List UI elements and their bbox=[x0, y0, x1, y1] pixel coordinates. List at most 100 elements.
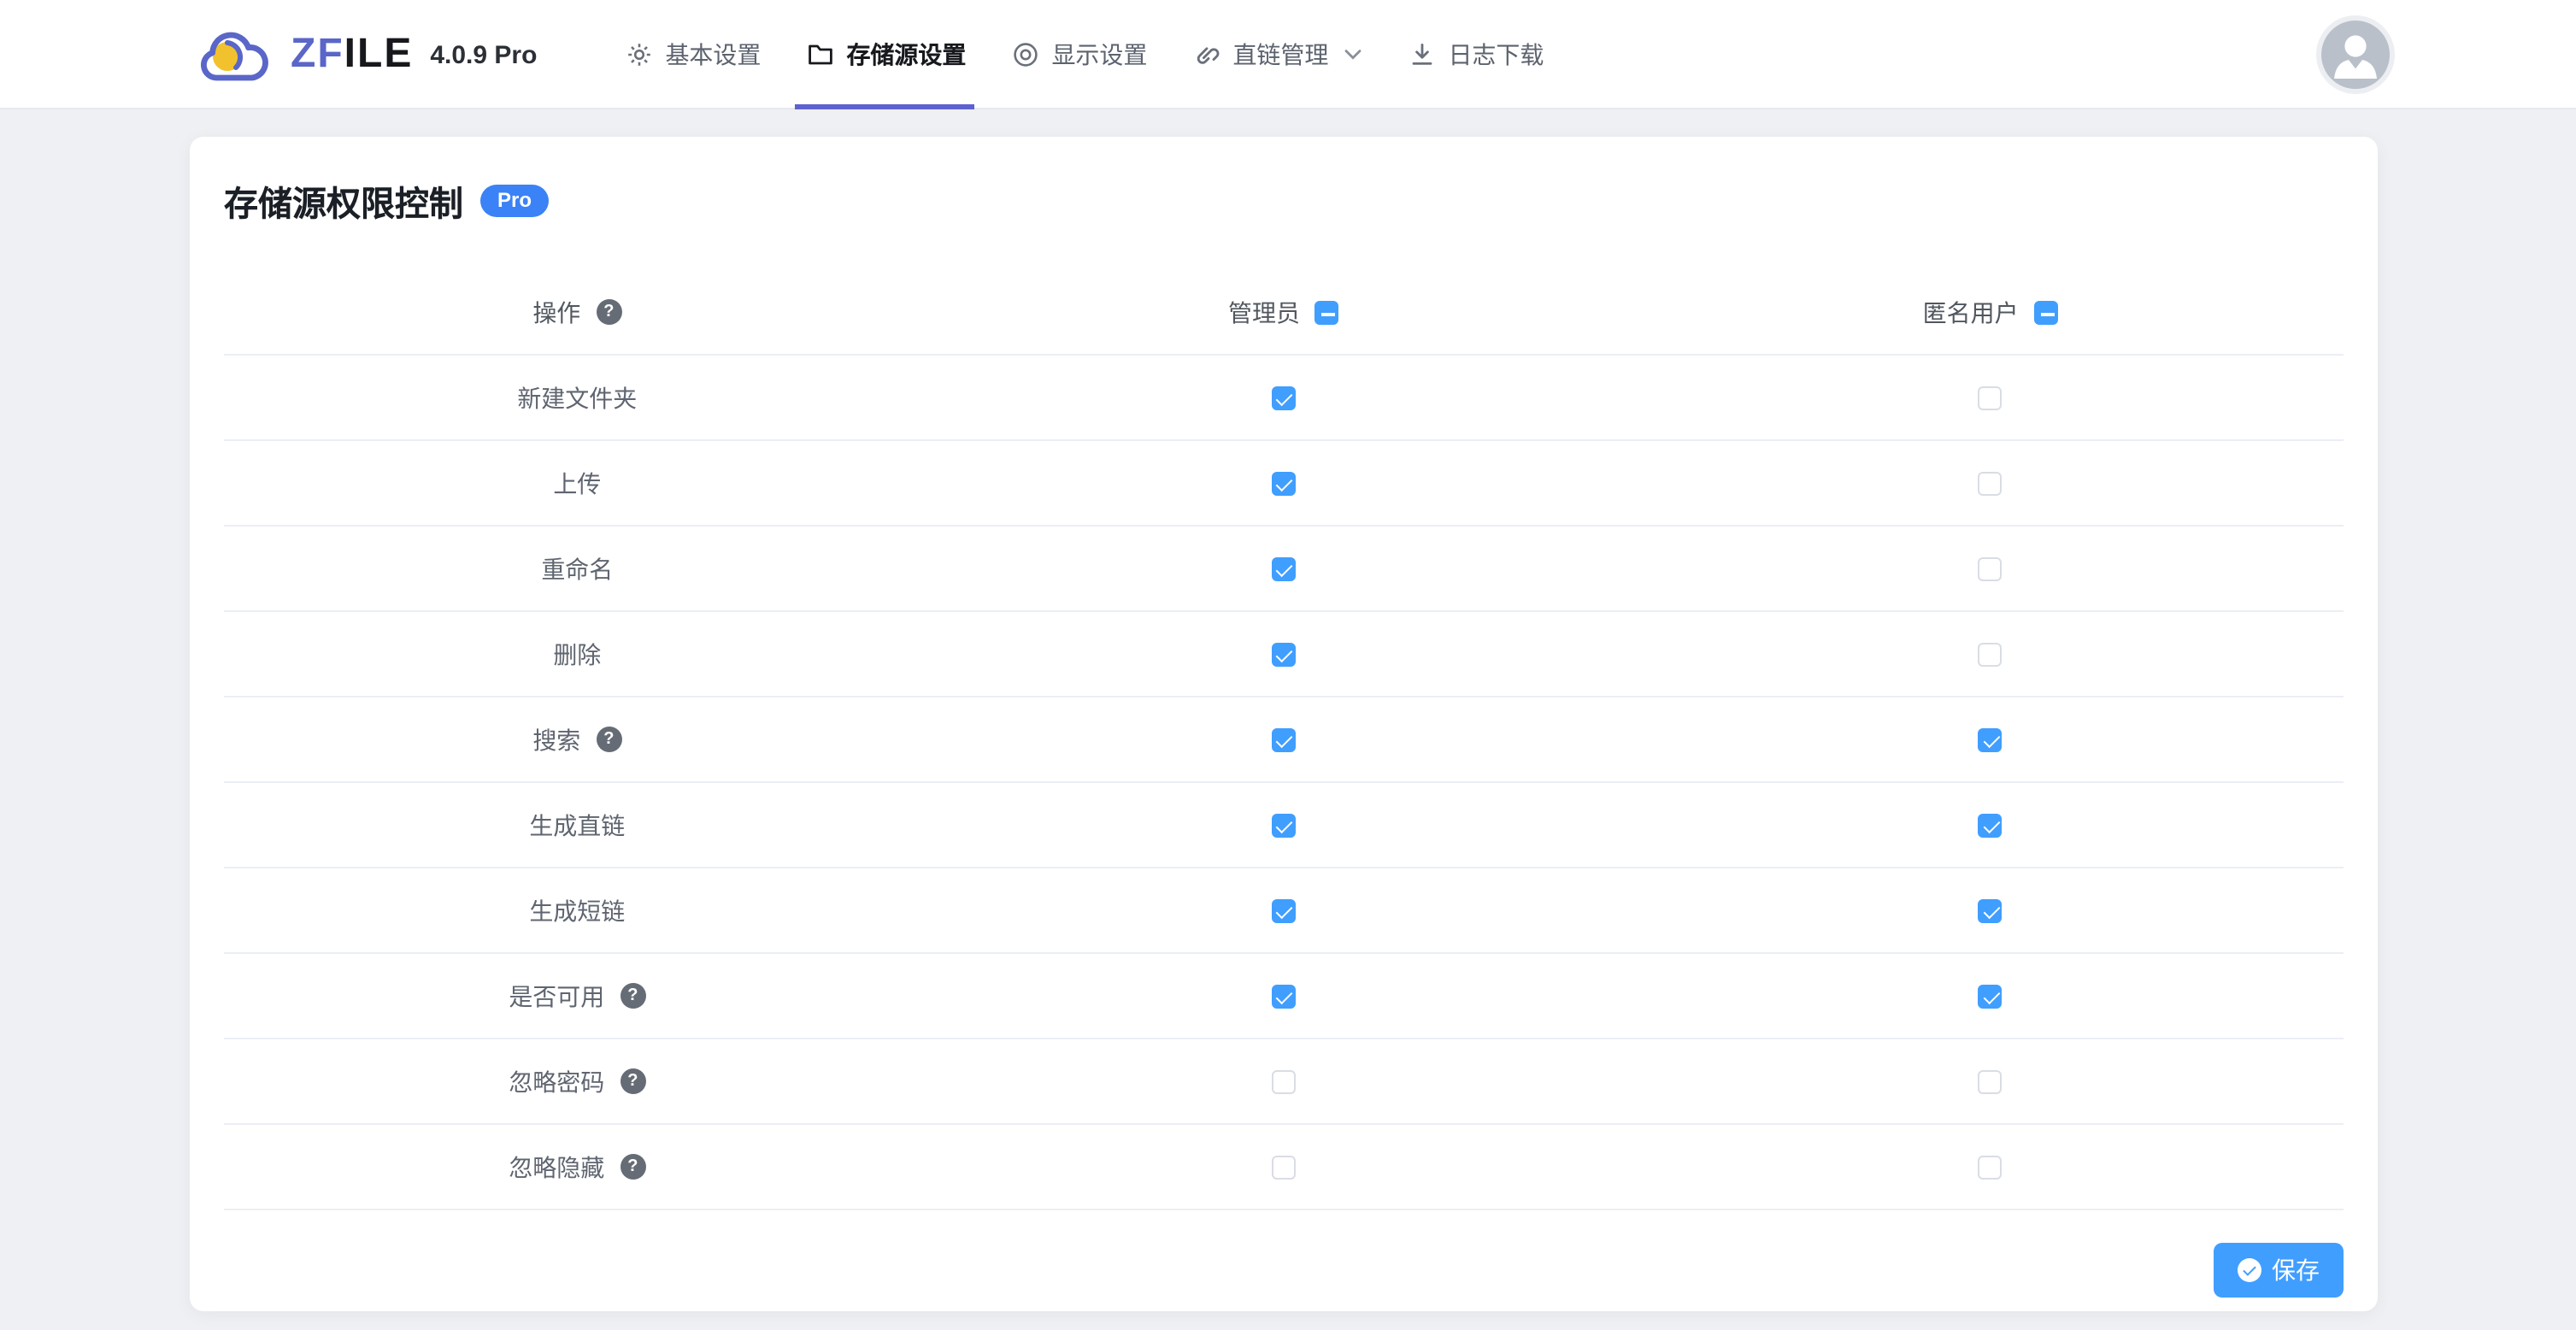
table-row: 生成直链 bbox=[224, 783, 2344, 868]
help-icon[interactable]: ? bbox=[620, 1154, 645, 1180]
anonymous-checkbox[interactable] bbox=[1979, 642, 2003, 666]
nav-item-label: 显示设置 bbox=[1051, 38, 1147, 72]
link-icon bbox=[1193, 41, 1220, 68]
anonymous-checkbox[interactable] bbox=[1979, 471, 2003, 495]
zfile-logo[interactable]: ZFILE 4.0.9 Pro bbox=[198, 26, 537, 83]
help-icon[interactable]: ? bbox=[596, 727, 621, 752]
anonymous-cell bbox=[1637, 813, 2344, 837]
select-all-checkbox-col-3[interactable] bbox=[2034, 300, 2058, 324]
logo-text: ZFILE bbox=[291, 34, 413, 75]
save-button-label: 保存 bbox=[2272, 1253, 2320, 1287]
admin-cell bbox=[931, 385, 1638, 409]
column-label: 匿名用户 bbox=[1923, 295, 2019, 329]
admin-cell bbox=[931, 556, 1638, 580]
table-row: 搜索? bbox=[224, 697, 2344, 783]
nav-item-2[interactable]: 存储源设置 bbox=[807, 0, 966, 109]
navbar: ZFILE 4.0.9 Pro 基本设置 存储源设置 显示设置 直链管理 日志下… bbox=[0, 0, 2576, 109]
operation-cell: 忽略密码? bbox=[224, 1064, 931, 1098]
page-title: 存储源权限控制 bbox=[224, 175, 463, 225]
operation-label: 搜索 bbox=[532, 722, 580, 756]
anonymous-checkbox[interactable] bbox=[1979, 727, 2003, 751]
column-label: 操作 bbox=[532, 295, 580, 329]
anonymous-cell bbox=[1637, 556, 2344, 580]
admin-checkbox[interactable] bbox=[1272, 813, 1296, 837]
help-icon[interactable]: ? bbox=[620, 1068, 645, 1094]
anonymous-cell bbox=[1637, 471, 2344, 495]
anonymous-cell bbox=[1637, 898, 2344, 922]
anonymous-checkbox[interactable] bbox=[1979, 556, 2003, 580]
operation-cell: 是否可用? bbox=[224, 979, 931, 1013]
admin-checkbox[interactable] bbox=[1272, 642, 1296, 666]
nav-item-label: 直链管理 bbox=[1232, 38, 1328, 72]
version-label: 4.0.9 Pro bbox=[430, 40, 537, 69]
anonymous-checkbox[interactable] bbox=[1979, 1155, 2003, 1179]
admin-checkbox[interactable] bbox=[1272, 984, 1296, 1008]
anonymous-cell bbox=[1637, 984, 2344, 1008]
select-all-checkbox-col-2[interactable] bbox=[1315, 300, 1339, 324]
chevron-down-icon bbox=[1344, 48, 1362, 62]
operation-label: 删除 bbox=[553, 637, 601, 671]
admin-checkbox[interactable] bbox=[1272, 1155, 1296, 1179]
help-icon[interactable]: ? bbox=[620, 983, 645, 1009]
operation-label: 忽略隐藏 bbox=[509, 1150, 604, 1184]
pro-badge: Pro bbox=[480, 184, 549, 216]
operation-cell: 生成短链 bbox=[224, 893, 931, 927]
anonymous-checkbox[interactable] bbox=[1979, 1069, 2003, 1093]
admin-cell bbox=[931, 642, 1638, 666]
operation-cell: 删除 bbox=[224, 637, 931, 671]
folder-icon bbox=[807, 41, 834, 68]
admin-checkbox[interactable] bbox=[1272, 727, 1296, 751]
table-row: 上传 bbox=[224, 441, 2344, 527]
anonymous-checkbox[interactable] bbox=[1979, 385, 2003, 409]
admin-cell bbox=[931, 813, 1638, 837]
table-row: 重命名 bbox=[224, 527, 2344, 612]
nav-item-label: 日志下载 bbox=[1448, 38, 1544, 72]
anonymous-checkbox[interactable] bbox=[1979, 898, 2003, 922]
permission-card: 存储源权限控制 Pro 操作? 管理员 匿名用户 新建文件夹上传重命名删除搜索? 生成… bbox=[190, 137, 2378, 1311]
anonymous-cell bbox=[1637, 727, 2344, 751]
operation-label: 新建文件夹 bbox=[517, 380, 637, 415]
person-icon bbox=[2321, 21, 2390, 89]
anonymous-cell bbox=[1637, 385, 2344, 409]
admin-cell bbox=[931, 471, 1638, 495]
table-row: 生成短链 bbox=[224, 868, 2344, 954]
admin-checkbox[interactable] bbox=[1272, 1069, 1296, 1093]
admin-checkbox[interactable] bbox=[1272, 556, 1296, 580]
help-icon[interactable]: ? bbox=[596, 299, 621, 325]
admin-cell bbox=[931, 1155, 1638, 1179]
table-row: 忽略隐藏? bbox=[224, 1125, 2344, 1210]
operation-label: 生成直链 bbox=[529, 808, 625, 842]
table-row: 是否可用? bbox=[224, 954, 2344, 1039]
operation-label: 重命名 bbox=[541, 551, 613, 586]
user-avatar[interactable] bbox=[2321, 21, 2390, 89]
admin-cell bbox=[931, 1069, 1638, 1093]
column-label: 管理员 bbox=[1228, 295, 1300, 329]
admin-cell bbox=[931, 727, 1638, 751]
operation-cell: 搜索? bbox=[224, 722, 931, 756]
anonymous-checkbox[interactable] bbox=[1979, 984, 2003, 1008]
view-icon bbox=[1012, 41, 1039, 68]
operation-cell: 生成直链 bbox=[224, 808, 931, 842]
header-cell-3: 匿名用户 bbox=[1637, 295, 2344, 329]
save-button[interactable]: 保存 bbox=[2214, 1243, 2344, 1298]
admin-checkbox[interactable] bbox=[1272, 385, 1296, 409]
operation-label: 生成短链 bbox=[529, 893, 625, 927]
admin-cell bbox=[931, 984, 1638, 1008]
anonymous-cell bbox=[1637, 1155, 2344, 1179]
nav-item-3[interactable]: 显示设置 bbox=[1012, 0, 1147, 109]
permission-table: 操作?管理员匿名用户 新建文件夹上传重命名删除搜索?生成直链生成短链是否可用?忽… bbox=[224, 270, 2344, 1210]
nav-item-4[interactable]: 直链管理 bbox=[1193, 0, 1362, 109]
circle-check-icon bbox=[2238, 1258, 2261, 1282]
nav-item-1[interactable]: 基本设置 bbox=[626, 0, 761, 109]
anonymous-checkbox[interactable] bbox=[1979, 813, 2003, 837]
admin-checkbox[interactable] bbox=[1272, 898, 1296, 922]
anonymous-cell bbox=[1637, 642, 2344, 666]
anonymous-cell bbox=[1637, 1069, 2344, 1093]
operation-label: 是否可用 bbox=[509, 979, 604, 1013]
nav-item-5[interactable]: 日志下载 bbox=[1409, 0, 1544, 109]
admin-cell bbox=[931, 898, 1638, 922]
nav-item-label: 存储源设置 bbox=[846, 38, 966, 72]
table-header-row: 操作? 管理员 匿名用户 bbox=[224, 270, 2344, 356]
operation-cell: 忽略隐藏? bbox=[224, 1150, 931, 1184]
admin-checkbox[interactable] bbox=[1272, 471, 1296, 495]
